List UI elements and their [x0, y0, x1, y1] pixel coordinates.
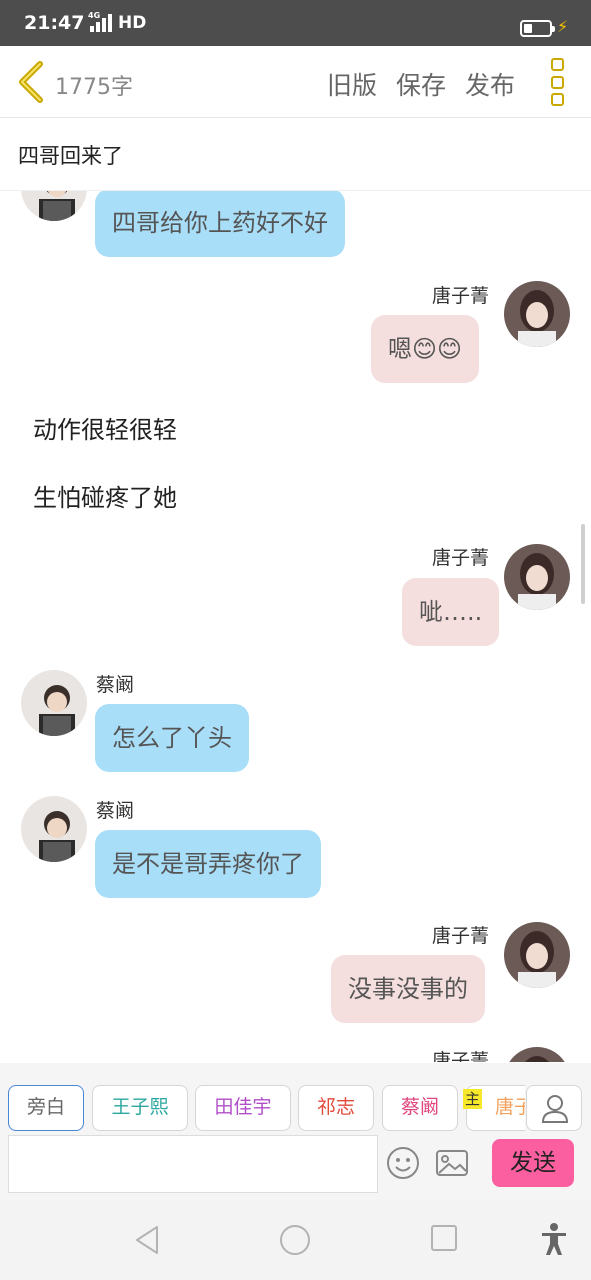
chat-bubble[interactable]: 四哥给你上药好不好 — [95, 191, 345, 257]
signal-icon — [90, 14, 112, 32]
main-character-badge: 主 — [463, 1089, 482, 1109]
speaker-name: 唐子菁 — [432, 547, 490, 569]
character-chip[interactable]: 王子熙 — [92, 1085, 188, 1131]
editor-top-bar: 1775字 旧版 保存 发布 — [0, 46, 591, 118]
nav-home-icon[interactable] — [279, 1224, 311, 1256]
battery-icon — [520, 20, 555, 37]
speaker-name: 蔡阚 — [96, 674, 135, 696]
manage-characters-button[interactable] — [526, 1085, 582, 1131]
chat-bubble[interactable]: 嗯😊😊 — [371, 315, 480, 383]
back-icon[interactable] — [14, 60, 48, 104]
speaker-name: 唐子菁 — [432, 1050, 490, 1062]
chat-bubble[interactable]: 没事没事的 — [331, 955, 485, 1023]
chat-area[interactable]: 四哥给你上药好不好 唐子菁 嗯😊😊 动作很轻很轻 生怕碰疼了她 唐子菁 呲…..… — [0, 191, 591, 1062]
word-count: 1775字 — [55, 75, 133, 100]
nav-recents-icon[interactable] — [430, 1224, 458, 1252]
character-chip[interactable]: 蔡阚 — [382, 1085, 458, 1131]
narration-text[interactable]: 动作很轻很轻 — [33, 410, 177, 445]
chapter-title[interactable]: 四哥回来了 — [18, 140, 123, 170]
clock: 21:47 — [24, 12, 85, 34]
chat-bubble[interactable]: 怎么了丫头 — [95, 704, 249, 772]
system-nav-bar — [0, 1201, 591, 1280]
more-menu-icon[interactable] — [551, 58, 565, 106]
character-chip-narrator[interactable]: 旁白 — [8, 1085, 84, 1131]
avatar-tangzijing[interactable] — [504, 544, 570, 610]
composer-panel: 旁白 王子熙 田佳宇 祁志 蔡阚 唐子 主 发送 — [0, 1063, 591, 1201]
status-bar: 21:47 4G HD ⚡ — [0, 0, 591, 46]
accessibility-icon[interactable] — [540, 1222, 568, 1256]
hd-indicator: HD — [118, 13, 147, 33]
chat-bubble[interactable]: 是不是哥弄疼你了 — [95, 830, 321, 898]
avatar-caikan[interactable] — [21, 191, 87, 221]
publish-button[interactable]: 发布 — [465, 66, 515, 102]
character-chip-list[interactable]: 旁白 王子熙 田佳宇 祁志 蔡阚 唐子 主 — [0, 1063, 525, 1143]
save-button[interactable]: 保存 — [396, 66, 446, 102]
nav-back-icon[interactable] — [133, 1224, 163, 1256]
speaker-name: 蔡阚 — [96, 800, 135, 822]
speaker-name: 唐子菁 — [432, 285, 490, 307]
image-icon[interactable] — [432, 1143, 472, 1183]
scrollbar[interactable] — [581, 524, 585, 604]
avatar-caikan[interactable] — [21, 670, 87, 736]
charging-icon: ⚡ — [557, 17, 569, 36]
speaker-name: 唐子菁 — [432, 925, 490, 947]
avatar-tangzijing[interactable] — [504, 281, 570, 347]
old-version-button[interactable]: 旧版 — [327, 66, 377, 102]
avatar-tangzijing[interactable] — [504, 1047, 570, 1062]
narration-text[interactable]: 生怕碰疼了她 — [33, 478, 177, 513]
avatar-caikan[interactable] — [21, 796, 87, 862]
chat-bubble[interactable]: 呲….. — [402, 578, 500, 646]
send-button[interactable]: 发送 — [492, 1139, 574, 1187]
message-input[interactable] — [8, 1135, 378, 1193]
character-chip[interactable]: 田佳宇 — [195, 1085, 291, 1131]
emoji-icon[interactable] — [383, 1143, 423, 1183]
character-chip[interactable]: 祁志 — [298, 1085, 374, 1131]
person-icon — [541, 1095, 569, 1123]
avatar-tangzijing[interactable] — [504, 922, 570, 988]
